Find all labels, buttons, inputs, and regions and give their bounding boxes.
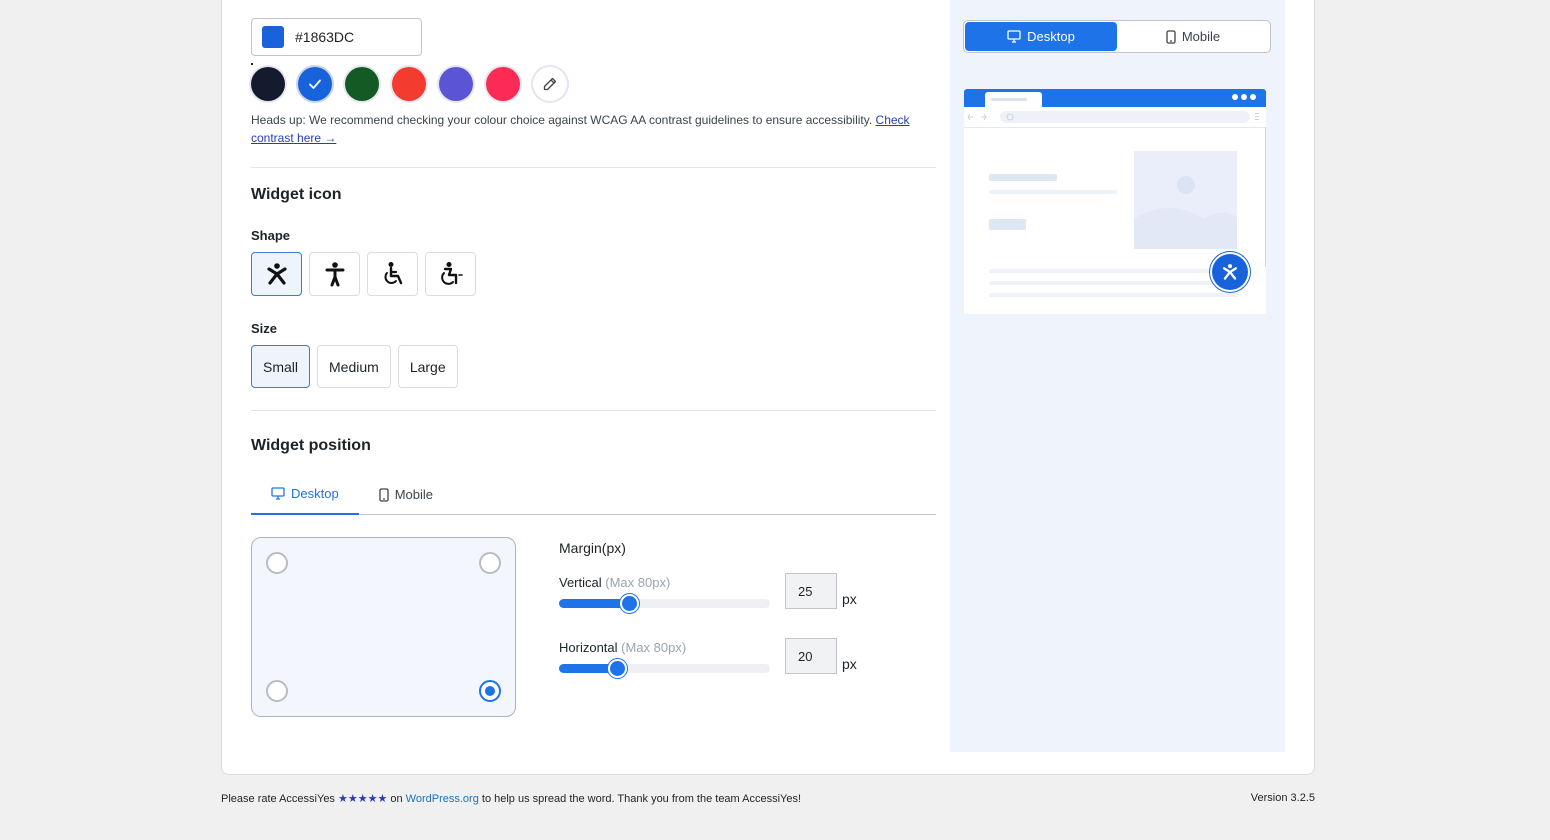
swatch-red[interactable]	[392, 67, 426, 101]
wordpress-org-link[interactable]: WordPress.org	[406, 793, 479, 805]
vertical-hint: (Max 80px)	[605, 575, 671, 590]
section-divider	[251, 410, 936, 411]
horizontal-slider[interactable]	[559, 659, 770, 678]
color-hex-field[interactable]: #1863DC	[251, 18, 422, 56]
contrast-note-text: Heads up: We recommend checking your col…	[251, 113, 876, 127]
margin-title: Margin(px)	[559, 540, 626, 556]
rating-stars-icon[interactable]: ★★★★★	[338, 793, 387, 805]
size-options: Small Medium Large	[251, 345, 458, 388]
position-top-left-radio[interactable]	[266, 552, 288, 574]
accessibility-star-icon	[1223, 264, 1237, 280]
preview-widget-button	[1212, 254, 1248, 290]
footer-rating-text: Please rate AccessiYes ★★★★★ on WordPres…	[221, 792, 801, 805]
browser-menu-dots-icon	[1232, 94, 1256, 100]
color-swatch-row	[251, 67, 567, 101]
position-top-right-radio[interactable]	[479, 552, 501, 574]
swatch-green[interactable]	[345, 67, 379, 101]
widget-icon-title: Widget icon	[251, 186, 342, 203]
swatch-blue[interactable]	[298, 67, 332, 101]
position-bottom-left-radio[interactable]	[266, 680, 288, 702]
preview-mobile-label: Mobile	[1181, 29, 1221, 44]
horizontal-slider-thumb[interactable]	[607, 659, 627, 678]
accessibility-star-icon	[266, 263, 287, 285]
shape-option-person-standing[interactable]	[309, 252, 360, 296]
color-preview-square	[262, 26, 284, 48]
vertical-input[interactable]: 25	[785, 573, 837, 609]
size-large-button[interactable]: Large	[397, 345, 458, 388]
check-icon	[309, 79, 321, 89]
position-tabs: Desktop Mobile	[251, 474, 936, 515]
preview-desktop-label: Desktop	[1027, 29, 1075, 44]
horizontal-hint: (Max 80px)	[621, 640, 687, 655]
vertical-slider-thumb[interactable]	[620, 594, 640, 613]
color-hex-value: #1863DC	[295, 29, 355, 45]
shape-option-wheelchair-motion[interactable]	[425, 252, 476, 296]
decorative-dot	[251, 63, 253, 65]
swatch-dark-navy[interactable]	[251, 67, 285, 101]
vertical-unit: px	[842, 591, 857, 607]
size-medium-button[interactable]: Medium	[317, 345, 391, 388]
footer-on: on	[387, 793, 406, 805]
browser-tab	[985, 92, 1042, 107]
vertical-label-text: Vertical	[559, 575, 602, 590]
browser-title-bar	[964, 89, 1266, 107]
shape-option-wheelchair[interactable]	[367, 252, 418, 296]
contrast-note: Heads up: We recommend checking your col…	[251, 111, 941, 147]
horizontal-label: Horizontal (Max 80px)	[559, 640, 686, 655]
vertical-slider-fill	[559, 599, 630, 608]
section-divider	[251, 167, 936, 168]
smartphone-icon	[1166, 29, 1176, 44]
pencil-icon	[543, 77, 557, 91]
size-small-button[interactable]: Small	[251, 345, 311, 388]
person-standing-icon	[325, 262, 344, 287]
footer-rate-prefix: Please rate AccessiYes	[221, 793, 338, 805]
shape-label: Shape	[251, 228, 291, 243]
footer-rate-suffix: to help us spread the word. Thank you fr…	[478, 793, 802, 805]
tab-desktop[interactable]: Desktop	[251, 474, 359, 515]
vertical-slider[interactable]	[559, 594, 770, 613]
tab-desktop-label: Desktop	[291, 486, 339, 501]
size-label: Size	[251, 321, 278, 336]
shape-options	[251, 252, 476, 296]
smartphone-icon	[379, 487, 389, 502]
position-bottom-right-radio[interactable]	[479, 680, 501, 702]
wheelchair-motion-icon	[440, 262, 463, 285]
swatch-purple[interactable]	[439, 67, 473, 101]
tab-mobile-label: Mobile	[394, 487, 433, 502]
custom-color-picker-button[interactable]	[533, 67, 567, 101]
horizontal-unit: px	[842, 656, 857, 672]
position-selector	[251, 537, 516, 717]
wheelchair-icon	[384, 262, 402, 285]
swatch-pink[interactable]	[486, 67, 520, 101]
preview-mobile-button[interactable]: Mobile	[1117, 22, 1269, 51]
horizontal-input[interactable]: 20	[785, 638, 837, 674]
preview-desktop-button[interactable]: Desktop	[965, 22, 1117, 51]
monitor-icon	[1007, 30, 1021, 43]
vertical-label: Vertical (Max 80px)	[559, 575, 670, 590]
horizontal-label-text: Horizontal	[559, 640, 618, 655]
version-text: Version 3.2.5	[1250, 792, 1315, 804]
widget-position-title: Widget position	[251, 437, 371, 454]
monitor-icon	[271, 487, 285, 500]
preview-device-toggle: Desktop Mobile	[963, 20, 1271, 53]
shape-option-accessibility-star[interactable]	[251, 252, 302, 296]
tab-mobile[interactable]: Mobile	[359, 474, 453, 515]
